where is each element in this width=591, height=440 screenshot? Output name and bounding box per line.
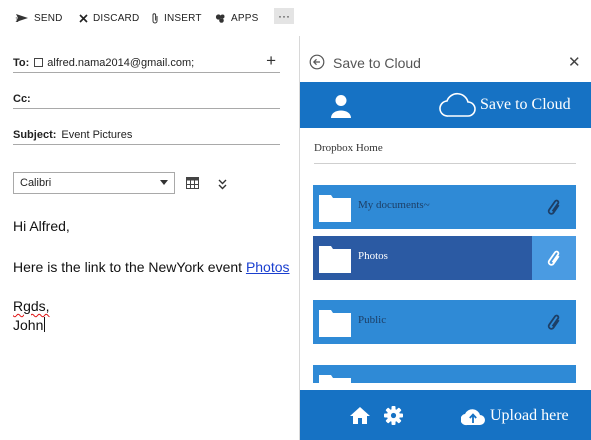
photos-link[interactable]: Photos (246, 259, 290, 275)
upload-label: Upload here (490, 407, 569, 424)
attach-button[interactable] (532, 185, 576, 229)
to-label: To: (13, 56, 30, 69)
attach-icon (152, 13, 158, 24)
banner-title: Save to Cloud (480, 96, 571, 113)
folder-list: My documents~ Photos Public (313, 185, 576, 383)
back-icon (309, 54, 325, 70)
signoff-line: Rgds, (13, 298, 50, 314)
greeting-line: Hi Alfred, (13, 218, 70, 234)
chevron-down-icon (160, 180, 168, 185)
divider (314, 163, 576, 164)
more-button[interactable]: ··· (274, 8, 294, 24)
folder-row-public[interactable]: Public (313, 300, 576, 344)
signature-line: John (13, 317, 46, 333)
table-icon[interactable] (186, 176, 199, 194)
signature-text: John (13, 317, 44, 333)
folder-name: My documents~ (358, 199, 430, 211)
pane-header: Save to Cloud ✕ (300, 36, 591, 82)
svg-text:1: 1 (15, 17, 19, 23)
insert-button[interactable]: INSERT (151, 10, 202, 26)
to-field[interactable]: To: alfred.nama2014@gmail.com; + (13, 51, 280, 73)
font-value: Calibri (20, 177, 52, 189)
font-dropdown[interactable]: Calibri (13, 172, 175, 194)
body-text: Here is the link to the NewYork event (13, 259, 246, 275)
subject-label: Subject: (13, 128, 57, 141)
user-icon[interactable] (331, 94, 351, 118)
back-button[interactable] (309, 54, 325, 75)
send-icon: 1 (15, 14, 28, 23)
pane-title: Save to Cloud (333, 55, 421, 71)
gear-icon[interactable] (384, 406, 403, 425)
expand-icon[interactable] (218, 177, 227, 195)
subject-field[interactable]: Subject: Event Pictures (13, 125, 280, 145)
folder-row-partial[interactable] (313, 365, 576, 383)
apps-label: APPS (231, 12, 259, 24)
folder-icon (319, 246, 351, 273)
attach-button[interactable] (532, 300, 576, 344)
discard-button[interactable]: DISCARD (79, 10, 139, 26)
close-icon[interactable]: ✕ (568, 53, 581, 71)
to-value: alfred.nama2014@gmail.com; (47, 56, 195, 69)
folder-icon (319, 310, 351, 337)
body-line: Here is the link to the NewYork event Ph… (13, 259, 290, 275)
folder-row-photos[interactable]: Photos (313, 236, 576, 280)
cloud-banner: Save to Cloud (300, 82, 591, 128)
pane-footer: Upload here (300, 390, 591, 440)
breadcrumb[interactable]: Dropbox Home (314, 142, 383, 154)
recipient-checkbox[interactable] (34, 58, 44, 67)
discard-icon (79, 13, 88, 23)
send-label: SEND (34, 12, 63, 24)
folder-icon (319, 375, 351, 383)
cloud-icon (439, 92, 476, 117)
folder-name: Photos (358, 250, 388, 262)
more-icon: ··· (278, 9, 290, 23)
folder-row-my-documents[interactable]: My documents~ (313, 185, 576, 229)
save-to-cloud-pane: Save to Cloud ✕ Save to Cloud Dropbox Ho… (299, 36, 591, 440)
cc-field[interactable]: Cc: (13, 89, 280, 109)
cloud-upload-icon (461, 409, 485, 426)
apps-button[interactable]: APPS (215, 10, 258, 26)
apps-icon (215, 13, 225, 23)
compose-toolbar: 1 SEND DISCARD INSERT APPS ··· (0, 0, 299, 36)
folder-name: Public (358, 314, 387, 326)
attach-button[interactable] (532, 236, 576, 280)
home-icon[interactable] (350, 407, 370, 424)
subject-value: Event Pictures (61, 128, 133, 141)
upload-here-button[interactable]: Upload here (461, 404, 569, 428)
send-button[interactable]: 1 SEND (15, 10, 63, 26)
discard-label: DISCARD (93, 12, 140, 24)
signoff-text: Rgds, (13, 298, 50, 314)
folder-icon (319, 195, 351, 222)
insert-label: INSERT (164, 12, 202, 24)
text-cursor (44, 317, 46, 332)
paperclip-icon (547, 199, 560, 215)
cc-label: Cc: (13, 92, 31, 105)
paperclip-icon (547, 314, 560, 330)
add-recipient-icon[interactable]: + (266, 51, 276, 71)
paperclip-icon (547, 250, 560, 266)
